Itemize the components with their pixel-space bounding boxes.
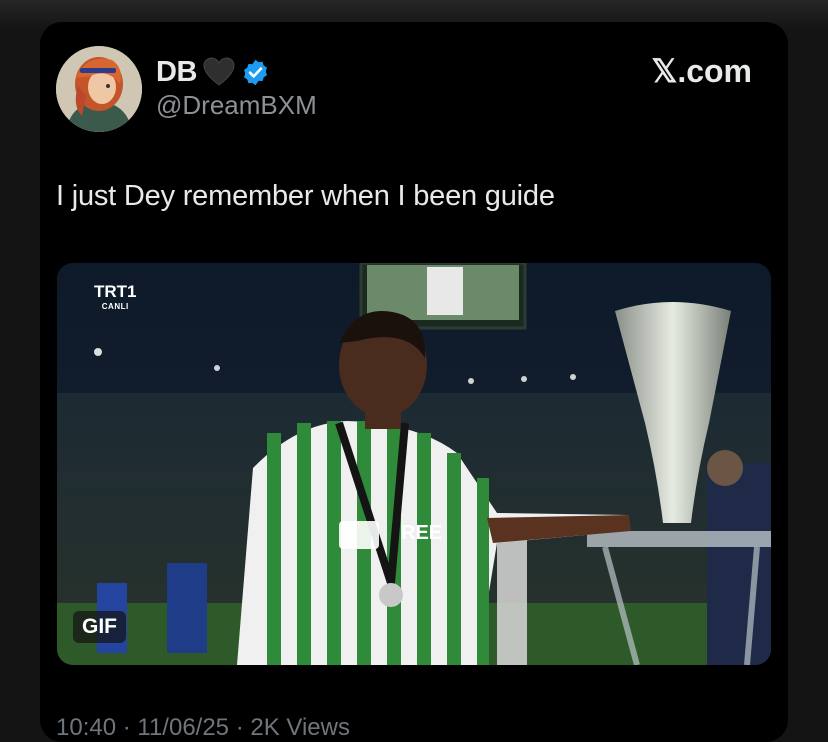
tweet-meta: 10:40 · 11/06/25 · 2K Views	[56, 714, 350, 741]
tweet-media-gif[interactable]: REE TRT1 CANLI GIF	[57, 263, 771, 665]
gif-badge[interactable]: GIF	[73, 611, 126, 643]
x-brand-label[interactable]: 𝕏.com	[652, 52, 752, 90]
verified-badge-icon	[241, 58, 270, 87]
name-row[interactable]: DB	[156, 52, 270, 92]
black-heart-icon	[203, 57, 235, 87]
x-logo-text: 𝕏.com	[651, 53, 752, 89]
tweet-text: I just Dey remember when I been guide	[56, 180, 555, 212]
shirt-sponsor-text: REE	[401, 522, 442, 544]
display-name[interactable]: DB	[156, 56, 197, 89]
avatar[interactable]	[56, 46, 142, 132]
broadcaster-logo: TRT1 CANLI	[94, 283, 137, 311]
gif-frame: REE	[57, 263, 771, 665]
broadcaster-logo-text: TRT	[94, 282, 128, 301]
broadcaster-live-label: CANLI	[101, 302, 129, 311]
user-handle[interactable]: @DreamBXM	[156, 90, 317, 121]
broadcaster-logo-number: 1	[127, 282, 137, 301]
tweet-card[interactable]: DB @DreamBXM 𝕏.com I just Dey remember w…	[40, 22, 788, 742]
